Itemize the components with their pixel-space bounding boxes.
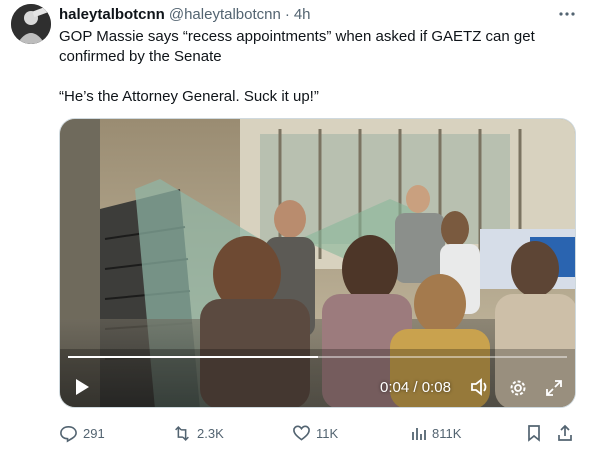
video-time-separator: / <box>413 379 418 396</box>
tweet-text-line: GOP Massie says “recess appointments” wh… <box>59 28 535 65</box>
views-button[interactable]: 811K <box>411 422 461 444</box>
repost-count: 2.3K <box>197 425 224 441</box>
like-count: 11K <box>316 425 339 441</box>
video-player[interactable]: 0:04 / 0:08 <box>59 118 576 408</box>
tweet-quote-line: “He’s the Attorney General. Suck it up!” <box>59 88 319 105</box>
play-icon <box>76 379 89 395</box>
tweet-header: haleytalbotcnn @haleytalbotcnn · 4h <box>59 4 311 24</box>
tweet-text: GOP Massie says “recess appointments” wh… <box>59 27 569 107</box>
fullscreen-button[interactable] <box>544 378 564 403</box>
settings-icon <box>510 380 526 396</box>
video-time: 0:04 / 0:08 <box>380 379 451 396</box>
play-button[interactable] <box>73 378 91 396</box>
volume-icon <box>471 378 487 396</box>
separator: · <box>284 5 290 23</box>
heart-icon <box>293 425 310 441</box>
share-button[interactable] <box>556 422 579 444</box>
bookmark-icon <box>528 425 540 442</box>
volume-button[interactable] <box>470 378 490 401</box>
video-duration: 0:08 <box>421 379 451 396</box>
avatar-image <box>11 4 51 44</box>
video-frame <box>60 119 575 407</box>
repost-button[interactable]: 2.3K <box>172 422 224 444</box>
video-progress-fill <box>68 356 318 358</box>
share-icon <box>558 424 572 441</box>
more-options-button[interactable] <box>556 4 578 24</box>
analytics-icon <box>412 428 426 440</box>
tweet-actions: 291 2.3K 11K 811K <box>59 422 579 444</box>
like-button[interactable]: 11K <box>292 422 338 444</box>
avatar[interactable] <box>11 4 51 44</box>
video-controls: 0:04 / 0:08 <box>60 371 575 403</box>
reply-button[interactable]: 291 <box>59 422 105 444</box>
video-elapsed: 0:04 <box>380 379 410 396</box>
video-progress-bar[interactable] <box>68 356 567 358</box>
repost-icon <box>175 425 189 441</box>
reply-icon <box>60 425 77 443</box>
reply-count: 291 <box>83 425 105 441</box>
views-count: 811K <box>432 425 462 441</box>
user-handle[interactable]: @haleytalbotcnn <box>169 6 281 23</box>
display-name[interactable]: haleytalbotcnn <box>59 6 165 23</box>
bookmark-button[interactable] <box>526 422 547 444</box>
more-horizontal-icon <box>559 12 575 16</box>
tweet-time[interactable]: 4h <box>294 6 311 23</box>
settings-button[interactable] <box>508 378 528 403</box>
fullscreen-icon <box>546 380 562 396</box>
